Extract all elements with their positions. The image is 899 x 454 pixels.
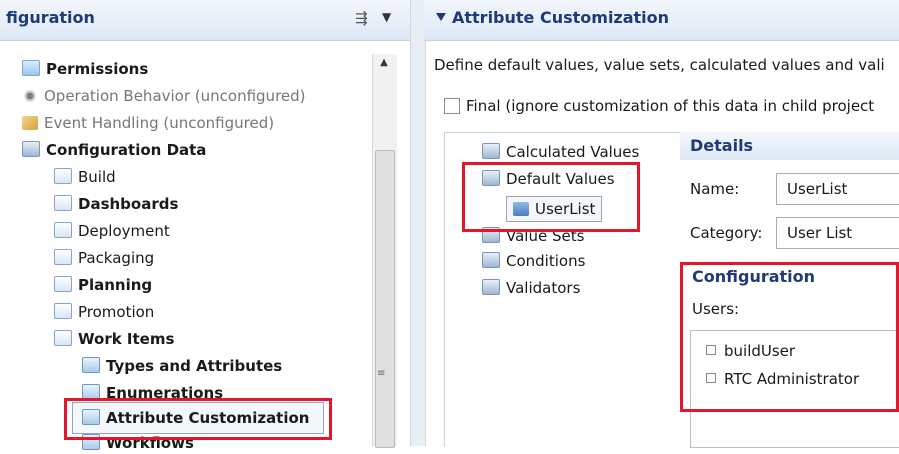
grip-icon: ≡ bbox=[377, 368, 386, 379]
page-icon bbox=[54, 330, 72, 346]
folder-icon bbox=[482, 252, 500, 268]
folder-icon bbox=[22, 141, 40, 157]
category-label-text: Category: bbox=[690, 224, 763, 242]
tree-item-dashboards[interactable]: Dashboards bbox=[54, 193, 178, 215]
page-icon bbox=[54, 303, 72, 319]
permissions-icon bbox=[22, 60, 40, 76]
tree-item-label: Work Items bbox=[78, 330, 175, 348]
tree-item-label: Types and Attributes bbox=[106, 357, 283, 375]
tree-item-configuration-data[interactable]: Configuration Data bbox=[22, 139, 206, 161]
tree-item-event-handling[interactable]: Event Handling (unconfigured) bbox=[22, 112, 274, 134]
section-description: Define default values, value sets, calcu… bbox=[434, 56, 885, 74]
tree-item-planning[interactable]: Planning bbox=[54, 274, 152, 296]
tree-item-work-items[interactable]: Work Items bbox=[54, 328, 174, 350]
final-checkbox-label: Final (ignore customization of this data… bbox=[466, 97, 875, 115]
tree-item-deployment[interactable]: Deployment bbox=[54, 220, 170, 242]
highlight-box-default-values bbox=[462, 162, 640, 232]
gear-icon bbox=[22, 89, 38, 103]
tree-item-operation-behavior[interactable]: Operation Behavior (unconfigured) bbox=[22, 85, 306, 107]
tree-item-types-and-attributes[interactable]: Types and Attributes bbox=[82, 355, 282, 377]
tree-item-packaging[interactable]: Packaging bbox=[54, 247, 154, 269]
tree-item-label: Event Handling (unconfigured) bbox=[44, 114, 275, 132]
name-label: Name: bbox=[690, 180, 740, 198]
category-field[interactable]: User List bbox=[776, 217, 899, 249]
page-icon bbox=[54, 168, 72, 184]
view-menu-chevron-down-icon[interactable]: ▼ bbox=[382, 10, 391, 24]
tree-item-label: Promotion bbox=[78, 303, 155, 321]
tree-item-label: Planning bbox=[78, 276, 153, 294]
name-field[interactable]: UserList bbox=[776, 173, 899, 205]
configuration-title: figuration bbox=[6, 8, 95, 27]
tree-item-label: Permissions bbox=[46, 60, 149, 78]
highlight-box-configuration bbox=[680, 262, 899, 412]
event-icon bbox=[22, 116, 38, 130]
tree-item-build[interactable]: Build bbox=[54, 166, 116, 188]
category-calculated-values[interactable]: Calculated Values bbox=[482, 141, 639, 163]
pin-icon[interactable]: ⇶ bbox=[355, 9, 368, 27]
tree-item-label: Build bbox=[78, 168, 116, 186]
tree-item-permissions[interactable]: Permissions bbox=[22, 58, 148, 80]
tree-item-label: Dashboards bbox=[78, 195, 179, 213]
tree-item-label: Operation Behavior (unconfigured) bbox=[44, 87, 306, 105]
page-icon bbox=[54, 276, 72, 292]
tree-item-promotion[interactable]: Promotion bbox=[54, 301, 154, 323]
category-conditions[interactable]: Conditions bbox=[482, 250, 585, 272]
tree-item-label: Packaging bbox=[78, 249, 155, 267]
section-title: Attribute Customization bbox=[452, 8, 670, 27]
page-icon bbox=[54, 249, 72, 265]
page-icon bbox=[54, 222, 72, 238]
highlight-box-attribute-customization bbox=[64, 398, 332, 440]
category-label: Conditions bbox=[506, 252, 586, 270]
folder-icon bbox=[482, 279, 500, 295]
tree-item-label: Deployment bbox=[78, 222, 170, 240]
tree-item-label: Configuration Data bbox=[46, 141, 207, 159]
category-label: Calculated Values bbox=[506, 143, 640, 161]
scrollbar-thumb[interactable] bbox=[375, 150, 395, 448]
scroll-up-arrow-icon[interactable]: ▲ bbox=[372, 54, 396, 72]
type-icon bbox=[82, 357, 100, 373]
folder-icon bbox=[482, 143, 500, 159]
page-icon bbox=[54, 195, 72, 211]
category-validators[interactable]: Validators bbox=[482, 277, 580, 299]
final-checkbox[interactable] bbox=[444, 98, 460, 114]
details-header: Details bbox=[690, 136, 754, 155]
category-label: Validators bbox=[506, 279, 581, 297]
panel-splitter[interactable] bbox=[410, 0, 426, 446]
collapse-triangle-icon[interactable] bbox=[436, 13, 446, 21]
